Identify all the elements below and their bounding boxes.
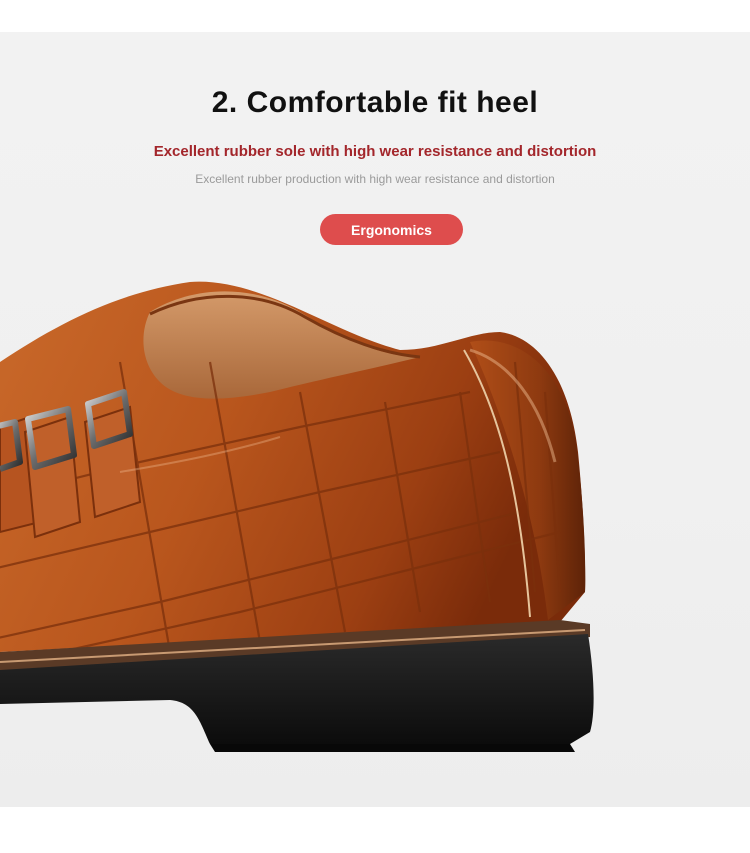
ergonomics-badge: Ergonomics <box>320 214 463 245</box>
section-description: Excellent rubber production with high we… <box>195 172 555 186</box>
section-subtitle: Excellent rubber sole with high wear res… <box>153 143 597 160</box>
product-feature-panel: 2. Comfortable fit heel Excellent rubber… <box>0 32 750 807</box>
section-title: 2. Comfortable fit heel <box>211 86 539 119</box>
